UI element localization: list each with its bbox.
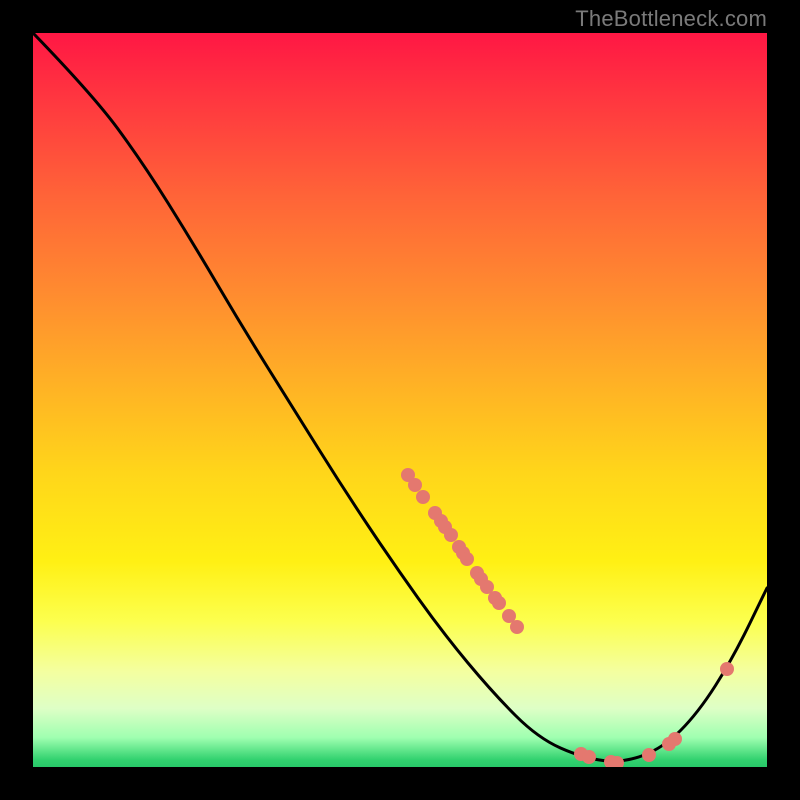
data-marker	[510, 620, 524, 634]
data-marker	[720, 662, 734, 676]
watermark-text: TheBottleneck.com	[575, 6, 767, 32]
data-marker	[642, 748, 656, 762]
data-marker	[408, 478, 422, 492]
chart-frame	[33, 33, 767, 767]
data-marker	[668, 732, 682, 746]
data-marker	[582, 750, 596, 764]
data-marker	[444, 528, 458, 542]
marker-group	[401, 468, 734, 767]
bottleneck-curve	[33, 33, 767, 761]
data-marker	[460, 552, 474, 566]
data-marker	[492, 596, 506, 610]
chart-svg	[33, 33, 767, 767]
data-marker	[416, 490, 430, 504]
